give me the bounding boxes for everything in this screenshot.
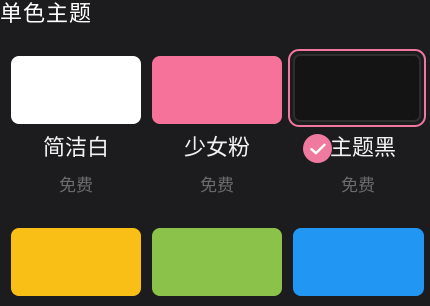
theme-card-green[interactable] — [152, 228, 282, 296]
theme-card-pink[interactable] — [152, 56, 282, 124]
theme-card-white[interactable] — [11, 56, 141, 124]
theme-price-white: 免费 — [59, 176, 93, 196]
theme-label-pink: 少女粉 — [183, 136, 250, 161]
theme-card-blue[interactable] — [293, 228, 424, 296]
theme-label-black: 主题黑 — [329, 136, 396, 161]
section-title: 单色主题 — [0, 2, 93, 27]
theme-card-yellow[interactable] — [11, 228, 141, 296]
theme-label-white: 简洁白 — [42, 136, 109, 161]
theme-card-black[interactable] — [293, 54, 421, 122]
theme-price-black: 免费 — [341, 176, 375, 196]
theme-price-pink: 免费 — [200, 176, 234, 196]
